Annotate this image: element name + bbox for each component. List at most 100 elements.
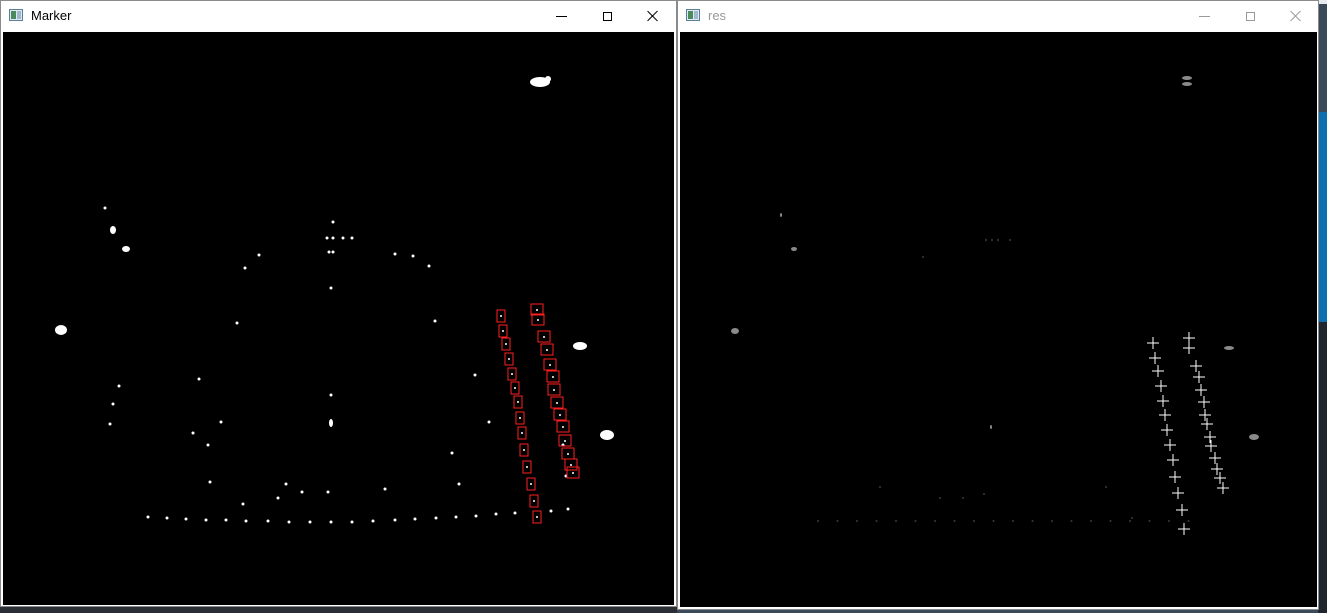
- marker-point: [567, 453, 569, 455]
- blob-dot: [165, 516, 169, 520]
- minimize-button[interactable]: [1181, 1, 1227, 31]
- res-image: [731, 76, 1259, 535]
- maximize-button[interactable]: [1227, 1, 1273, 31]
- dim-dot: [983, 493, 985, 495]
- blob-dot: [329, 286, 333, 290]
- app-icon: [9, 9, 23, 21]
- marker-window[interactable]: Marker: [0, 0, 677, 607]
- blob-dot: [243, 266, 247, 270]
- blob-dot: [413, 517, 417, 521]
- dim-dot: [817, 520, 819, 522]
- dim-dot: [1070, 520, 1073, 522]
- dim-dot: [836, 520, 839, 522]
- blob-dot: [457, 482, 461, 486]
- marker-point: [517, 401, 519, 403]
- blob-dot: [241, 502, 245, 506]
- marker-point: [502, 330, 504, 332]
- dim-dot: [895, 520, 897, 522]
- blob-dot: [513, 511, 517, 515]
- blob-dot: [450, 451, 454, 455]
- marker-point: [530, 483, 532, 485]
- window-title: res: [708, 8, 727, 23]
- blob-dot: [487, 420, 491, 424]
- marker-point: [508, 358, 510, 360]
- minimize-icon: [555, 15, 567, 17]
- blob-dot: [393, 518, 397, 522]
- dim-dot: [1105, 486, 1107, 488]
- minimize-button[interactable]: [538, 1, 584, 31]
- dim-dot: [1148, 520, 1151, 522]
- maximize-icon: [602, 11, 612, 21]
- marker-point: [519, 417, 521, 419]
- dim-dot: [1051, 520, 1053, 522]
- blob-dot: [454, 515, 458, 519]
- close-icon: [1290, 10, 1302, 22]
- res-window[interactable]: res: [677, 0, 1319, 610]
- blob: [55, 325, 67, 335]
- dim-dot: [1031, 520, 1034, 522]
- dim-dot: [1109, 520, 1112, 522]
- dim-blob: [731, 328, 739, 334]
- marker-point: [546, 349, 548, 351]
- window-title: Marker: [31, 8, 72, 23]
- blob-dot: [341, 236, 345, 240]
- maximize-button[interactable]: [584, 1, 630, 31]
- minimize-icon: [1198, 15, 1210, 17]
- blob-dot: [549, 509, 553, 513]
- blob-dot: [327, 250, 331, 254]
- marker-point: [553, 389, 555, 391]
- dim-blob: [1224, 346, 1234, 350]
- blob-dot: [276, 496, 280, 500]
- blob-dot: [371, 519, 375, 523]
- blob-dot: [206, 443, 210, 447]
- dim-dot: [879, 486, 881, 488]
- dim-dot: [997, 239, 999, 241]
- title-bar[interactable]: Marker: [1, 1, 676, 31]
- marker-point: [536, 516, 538, 518]
- dim-dot: [953, 520, 956, 522]
- marker-point: [549, 364, 551, 366]
- marker-image-canvas: [3, 32, 674, 605]
- blob-dot: [350, 236, 354, 240]
- dim-dot: [991, 239, 993, 241]
- blob-dot: [197, 377, 201, 381]
- close-button[interactable]: [1273, 1, 1319, 31]
- blob-dot: [393, 252, 397, 256]
- blob-dot: [204, 518, 208, 522]
- marker-point: [543, 336, 545, 338]
- marker-point: [536, 309, 538, 311]
- close-button[interactable]: [630, 1, 676, 31]
- blob: [329, 419, 333, 427]
- title-bar[interactable]: res: [678, 1, 1318, 31]
- dim-dot: [856, 520, 858, 522]
- marker-image: [55, 76, 614, 524]
- blob: [545, 76, 551, 82]
- dim-dot: [1129, 520, 1131, 522]
- dim-dot: [1187, 520, 1190, 522]
- dim-blob: [1249, 434, 1259, 440]
- marker-point: [552, 376, 554, 378]
- blob-dot: [191, 431, 195, 435]
- marker-point: [562, 426, 564, 428]
- dim-dot: [1012, 520, 1014, 522]
- dim-dot: [962, 497, 964, 499]
- blob-dot: [219, 420, 223, 424]
- blob-dot: [494, 512, 498, 516]
- blob-dot: [108, 422, 112, 426]
- dim-dot: [985, 239, 987, 241]
- blob-dot: [111, 402, 115, 406]
- app-icon: [686, 9, 700, 21]
- blob-dot: [325, 236, 329, 240]
- maximize-icon: [1245, 11, 1255, 21]
- marker-point: [556, 402, 558, 404]
- blob-dot: [284, 482, 288, 486]
- dim-dot: [1168, 520, 1170, 522]
- marker-point: [537, 319, 539, 321]
- blob: [122, 246, 130, 252]
- blob-dot: [350, 520, 354, 524]
- dim-dot: [992, 520, 995, 522]
- blob-dot: [331, 236, 335, 240]
- blob-dot: [329, 520, 333, 524]
- marker-point: [500, 315, 502, 317]
- blob-dot: [329, 393, 333, 397]
